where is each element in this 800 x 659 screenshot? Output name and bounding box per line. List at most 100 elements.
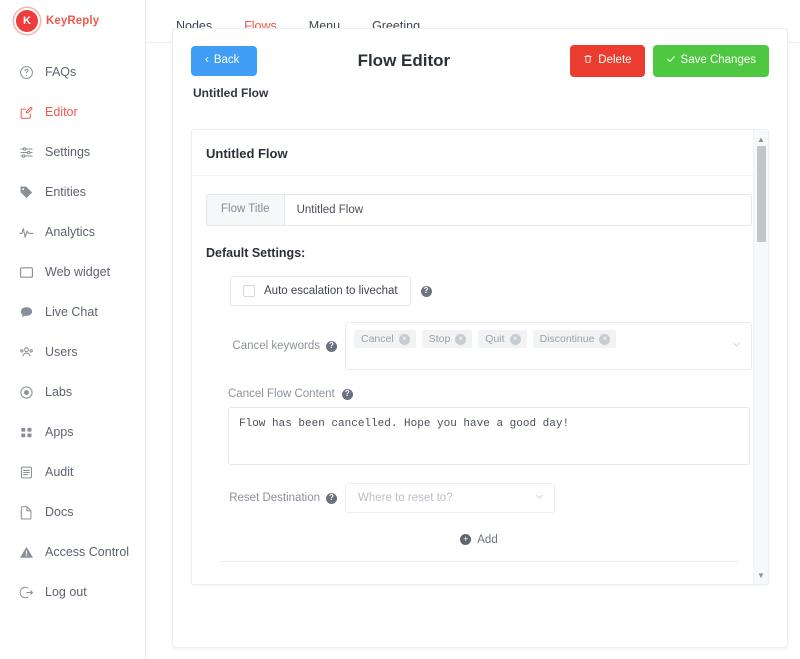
flow-title-addon-label: Flow Title bbox=[206, 194, 284, 226]
cancel-flow-content-help-icon[interactable]: ? bbox=[341, 388, 353, 400]
chevron-left-icon: ‹ bbox=[205, 54, 209, 67]
sidebar-item-label: FAQs bbox=[45, 65, 77, 79]
warning-triangle-icon bbox=[18, 544, 34, 560]
delete-button[interactable]: Delete bbox=[570, 45, 645, 77]
scrollbar-thumb[interactable] bbox=[757, 146, 766, 242]
reset-destination-select[interactable]: Where to reset to? bbox=[345, 483, 555, 513]
sidebar: K KeyReply FAQs Editor Settings Entities bbox=[0, 0, 146, 659]
flow-editor-header: ‹ Back Flow Editor Delete Save Changes bbox=[173, 29, 787, 77]
sidebar-item-analytics[interactable]: Analytics bbox=[0, 212, 145, 252]
logout-icon bbox=[18, 584, 34, 600]
edit-square-icon bbox=[18, 104, 34, 120]
tag-remove-icon[interactable]: × bbox=[509, 333, 521, 345]
auto-escalation-checkbox[interactable] bbox=[243, 285, 255, 297]
sidebar-item-label: Entities bbox=[45, 185, 86, 199]
question-circle-icon bbox=[18, 64, 34, 80]
radio-dot-icon bbox=[18, 384, 34, 400]
chat-bubble-icon bbox=[18, 304, 34, 320]
auto-escalation-row: Auto escalation to livechat ? bbox=[206, 276, 752, 306]
delete-button-label: Delete bbox=[598, 54, 632, 67]
scroll-up-arrow-icon[interactable]: ▲ bbox=[754, 132, 768, 146]
tag-label: Discontinue bbox=[539, 333, 595, 345]
tag-remove-icon[interactable]: × bbox=[599, 333, 611, 345]
brand-logo[interactable]: K KeyReply bbox=[0, 0, 145, 42]
chevron-down-icon[interactable] bbox=[731, 337, 742, 355]
reset-destination-help-icon[interactable]: ? bbox=[326, 492, 337, 504]
sidebar-item-access-control[interactable]: Access Control bbox=[0, 532, 145, 572]
save-changes-button[interactable]: Save Changes bbox=[652, 45, 769, 77]
flow-title-input[interactable] bbox=[283, 194, 752, 226]
keyreply-logo-icon: K bbox=[16, 10, 38, 32]
cancel-flow-content-textarea[interactable] bbox=[228, 407, 750, 465]
reset-destination-row: Reset Destination ? Where to reset to? bbox=[206, 483, 752, 513]
reset-destination-label: Reset Destination bbox=[229, 492, 320, 504]
tag-chip[interactable]: Stop × bbox=[421, 330, 473, 348]
cancel-keywords-label: Cancel keywords bbox=[232, 340, 320, 352]
default-settings-heading: Default Settings: bbox=[206, 246, 306, 260]
tag-label: Quit bbox=[485, 333, 505, 345]
sidebar-item-web-widget[interactable]: Web widget bbox=[0, 252, 145, 292]
tag-remove-icon[interactable]: × bbox=[455, 333, 467, 345]
pulse-icon bbox=[18, 224, 34, 240]
tag-chip[interactable]: Quit × bbox=[478, 330, 527, 348]
sidebar-item-label: Docs bbox=[45, 505, 74, 519]
chevron-down-icon[interactable] bbox=[534, 491, 545, 505]
cancel-keywords-help-icon[interactable]: ? bbox=[326, 340, 337, 352]
check-icon bbox=[666, 54, 676, 68]
sidebar-item-label: Live Chat bbox=[45, 305, 98, 319]
sidebar-item-label: Labs bbox=[45, 385, 73, 399]
add-row: + Add bbox=[206, 529, 752, 547]
breadcrumb: Untitled Flow bbox=[193, 86, 269, 100]
save-changes-button-label: Save Changes bbox=[680, 54, 756, 67]
auto-escalation-label: Auto escalation to livechat bbox=[264, 285, 398, 297]
sidebar-item-label: Users bbox=[45, 345, 78, 359]
tag-chip[interactable]: Discontinue × bbox=[532, 330, 617, 348]
sidebar-item-faqs[interactable]: FAQs bbox=[0, 52, 145, 92]
sidebar-item-label: Analytics bbox=[45, 225, 96, 239]
cancel-keywords-tag-input[interactable]: Cancel × Stop × Quit × Discontinue × bbox=[345, 322, 752, 370]
app-root: K KeyReply FAQs Editor Settings Entities bbox=[0, 0, 800, 659]
auto-escalation-checkbox-wrap[interactable]: Auto escalation to livechat bbox=[230, 276, 411, 306]
main-content: Nodes Flows Menu Greeting ‹ Back Flow Ed… bbox=[146, 0, 800, 659]
sliders-icon bbox=[18, 144, 34, 160]
sidebar-item-editor[interactable]: Editor bbox=[0, 92, 145, 132]
add-button[interactable]: + Add bbox=[454, 533, 503, 547]
trash-icon bbox=[583, 54, 593, 68]
header-actions: Delete Save Changes bbox=[570, 45, 769, 77]
panel-title: Untitled Flow bbox=[192, 130, 768, 176]
sidebar-item-live-chat[interactable]: Live Chat bbox=[0, 292, 145, 332]
plus-circle-icon: + bbox=[460, 534, 472, 545]
sidebar-item-docs[interactable]: Docs bbox=[0, 492, 145, 532]
sidebar-item-labs[interactable]: Labs bbox=[0, 372, 145, 412]
sidebar-item-audit[interactable]: Audit bbox=[0, 452, 145, 492]
sidebar-item-label: Access Control bbox=[45, 545, 130, 559]
flow-settings-panel: Untitled Flow Flow Title Default Setting… bbox=[191, 129, 769, 585]
users-icon bbox=[18, 344, 34, 360]
cancel-keywords-row: Cancel keywords ? Cancel × Stop × Quit ×… bbox=[206, 322, 752, 370]
flow-editor-card: ‹ Back Flow Editor Delete Save Changes U… bbox=[172, 28, 788, 648]
cancel-flow-content-block: Cancel Flow Content ? bbox=[206, 388, 752, 465]
tag-chip[interactable]: Cancel × bbox=[354, 330, 416, 348]
sidebar-nav: FAQs Editor Settings Entities Analytics bbox=[0, 52, 145, 612]
back-button-label: Back bbox=[213, 54, 240, 67]
grid-icon bbox=[18, 424, 34, 440]
tag-label: Stop bbox=[428, 333, 451, 345]
tag-icon bbox=[18, 184, 34, 200]
tag-remove-icon[interactable]: × bbox=[398, 333, 410, 345]
sidebar-item-apps[interactable]: Apps bbox=[0, 412, 145, 452]
sidebar-item-log-out[interactable]: Log out bbox=[0, 572, 145, 612]
panel-scrollbar[interactable]: ▲ ▼ bbox=[753, 130, 768, 584]
sidebar-item-entities[interactable]: Entities bbox=[0, 172, 145, 212]
list-document-icon bbox=[18, 464, 34, 480]
brand-name: KeyReply bbox=[46, 15, 100, 27]
cancel-flow-content-label-row: Cancel Flow Content ? bbox=[228, 388, 752, 400]
page-title: Flow Editor bbox=[357, 51, 451, 70]
cancel-flow-content-label: Cancel Flow Content bbox=[228, 388, 335, 400]
sidebar-item-settings[interactable]: Settings bbox=[0, 132, 145, 172]
scroll-down-arrow-icon[interactable]: ▼ bbox=[754, 568, 768, 582]
sidebar-item-label: Apps bbox=[45, 425, 74, 439]
flow-title-group: Flow Title bbox=[206, 194, 752, 226]
reset-destination-placeholder: Where to reset to? bbox=[358, 492, 453, 504]
sidebar-item-users[interactable]: Users bbox=[0, 332, 145, 372]
auto-escalation-help-icon[interactable]: ? bbox=[420, 285, 432, 297]
